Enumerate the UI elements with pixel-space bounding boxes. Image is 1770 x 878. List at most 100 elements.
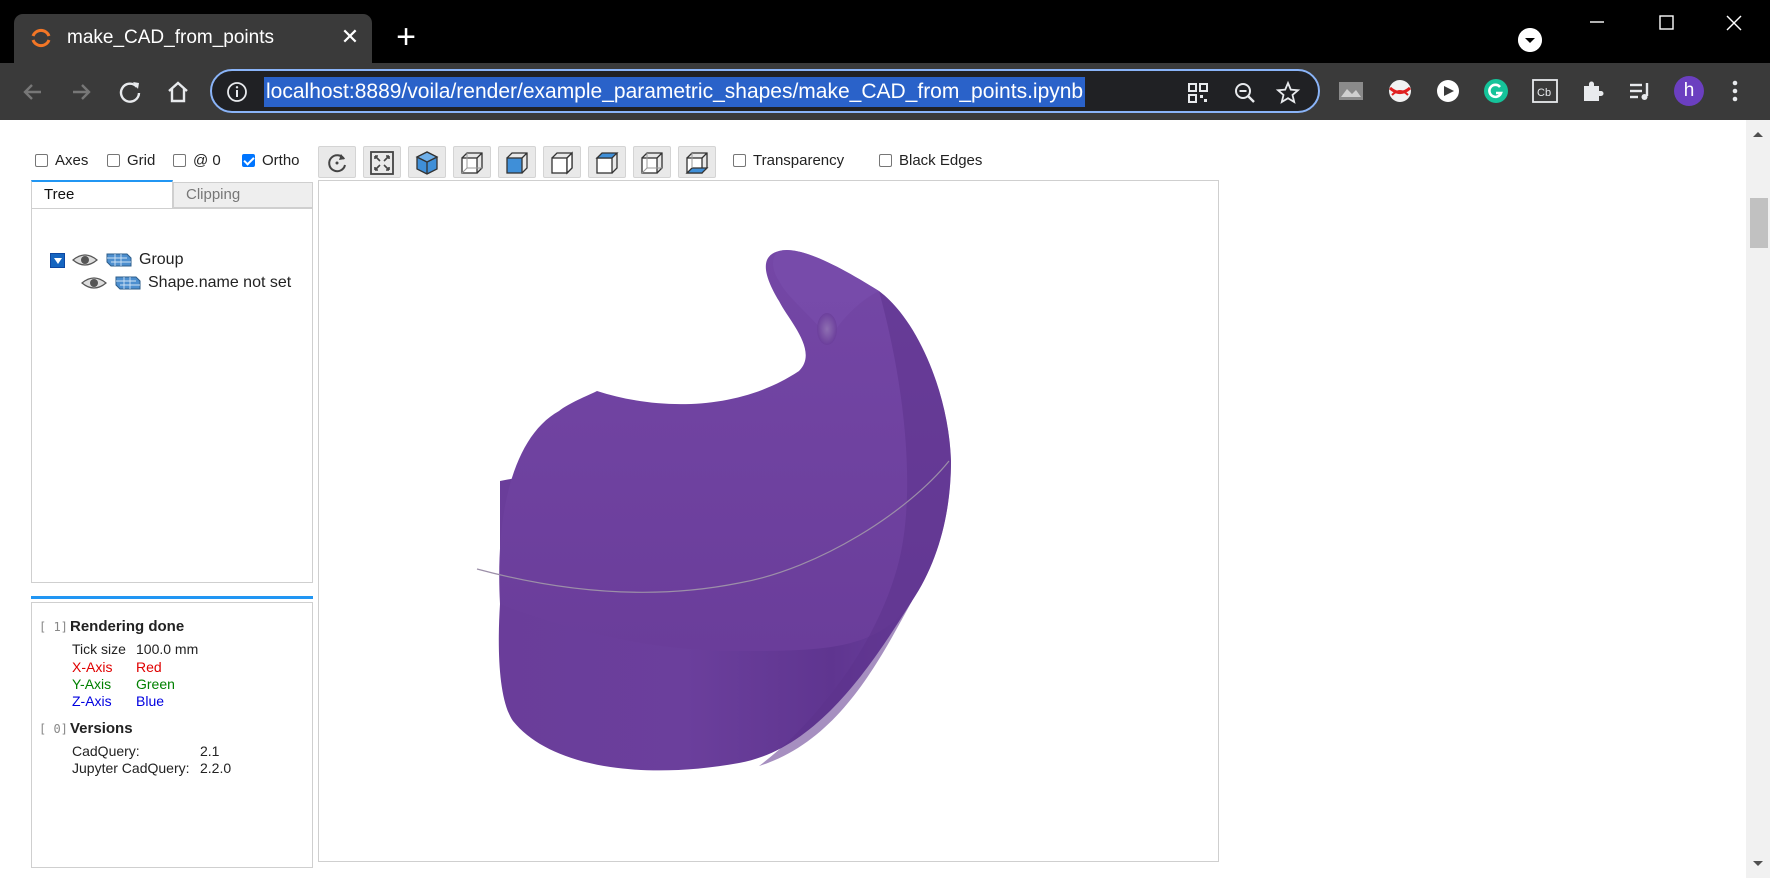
right-view-button[interactable] <box>678 146 716 178</box>
log-output: [ 1] Rendering done Tick size 100.0 mm X… <box>31 602 313 868</box>
top-cube-icon <box>551 151 573 175</box>
y-axis-label: Y-Axis <box>72 676 112 692</box>
browser-tab-strip: make_CAD_from_points ✕ + <box>0 0 1770 63</box>
log-title: Versions <box>70 720 133 737</box>
extension-ball-icon[interactable] <box>1386 77 1414 105</box>
axes-label: Axes <box>55 152 89 169</box>
url-text[interactable]: localhost:8889/voila/render/example_para… <box>264 77 1086 107</box>
black-edges-checkbox[interactable]: Black Edges <box>879 152 982 169</box>
iso-view-button[interactable] <box>408 146 446 178</box>
x-axis-color: Red <box>136 659 162 675</box>
transparency-label: Transparency <box>753 152 845 169</box>
minimize-window-icon[interactable] <box>1570 8 1622 42</box>
tab-close-icon[interactable]: ✕ <box>335 22 365 52</box>
media-playlist-icon[interactable] <box>1627 77 1655 105</box>
tree-collapse-toggle[interactable] <box>50 252 65 268</box>
home-icon[interactable] <box>161 75 195 109</box>
bookmark-star-icon[interactable] <box>1275 80 1301 106</box>
site-info-icon[interactable] <box>226 81 248 103</box>
jupyter-cadquery-label: Jupyter CadQuery: <box>72 760 190 776</box>
transparency-checkbox[interactable]: Transparency <box>733 152 844 169</box>
top-view-button[interactable] <box>543 146 581 178</box>
ortho-checkbox-box[interactable] <box>242 154 255 167</box>
left-view-button[interactable] <box>633 146 671 178</box>
reset-view-button[interactable] <box>318 146 356 178</box>
close-window-icon[interactable] <box>1708 8 1760 42</box>
right-cube-icon <box>685 152 709 174</box>
left-cube-icon <box>641 152 663 174</box>
rear-view-button[interactable] <box>498 146 536 178</box>
profile-avatar[interactable]: h <box>1674 76 1704 106</box>
extension-play-icon[interactable] <box>1434 77 1462 105</box>
address-bar[interactable]: localhost:8889/voila/render/example_para… <box>210 69 1320 113</box>
reset-rotate-icon <box>328 154 346 173</box>
rear-cube-icon <box>506 152 528 174</box>
3d-viewport[interactable] <box>318 180 1219 862</box>
ortho-label: Ortho <box>262 152 300 169</box>
browser-toolbar: localhost:8889/voila/render/example_para… <box>0 63 1770 120</box>
forward-arrow-icon[interactable] <box>64 75 98 109</box>
tree-group-label[interactable]: Group <box>139 251 183 269</box>
scrollbar-thumb[interactable] <box>1750 198 1768 248</box>
visibility-eye-icon[interactable] <box>71 251 99 269</box>
bottom-cube-icon <box>595 152 619 174</box>
new-tab-button[interactable]: + <box>390 20 422 54</box>
qr-code-icon[interactable] <box>1185 80 1211 106</box>
transparency-checkbox-box[interactable] <box>733 154 746 167</box>
tree-shape-label[interactable]: Shape.name not set <box>148 274 291 292</box>
fit-view-button[interactable] <box>363 146 401 178</box>
viewer-toolbar: Axes Grid @ 0 Ortho Transparency Black E… <box>30 144 1230 180</box>
tree-node-shape: Shape.name not set <box>80 274 291 292</box>
z-axis-color: Blue <box>136 693 165 709</box>
mesh-shape-icon[interactable] <box>105 251 133 269</box>
log-title: Rendering done <box>70 618 185 635</box>
z-axis-label: Z-Axis <box>72 693 112 709</box>
tab-title: make_CAD_from_points <box>67 27 274 48</box>
extension-cb-icon[interactable]: Cb <box>1531 77 1559 105</box>
mesh-shape-icon[interactable] <box>114 274 142 292</box>
ortho-checkbox[interactable]: Ortho <box>242 152 300 169</box>
black-edges-label: Black Edges <box>899 152 983 169</box>
tab-clipping[interactable]: Clipping <box>173 182 313 208</box>
fit-to-screen-icon <box>370 151 394 175</box>
jupyter-cadquery-version: 2.2.0 <box>200 760 232 776</box>
x-axis-label: X-Axis <box>72 659 113 675</box>
log-index: [ 0] <box>39 722 68 736</box>
reload-icon[interactable] <box>113 75 147 109</box>
at-zero-checkbox-box[interactable] <box>173 154 186 167</box>
grid-label: Grid <box>127 152 156 169</box>
extensions-puzzle-icon[interactable] <box>1579 77 1607 105</box>
grid-checkbox[interactable]: Grid <box>107 152 155 169</box>
iso-cube-icon <box>415 151 439 175</box>
visibility-eye-icon[interactable] <box>80 274 108 292</box>
zoom-out-icon[interactable] <box>1232 80 1258 106</box>
browser-tab[interactable]: make_CAD_from_points ✕ <box>14 14 372 63</box>
panel-tabs: Tree Clipping <box>30 180 314 208</box>
tab-search-icon[interactable] <box>1518 28 1542 52</box>
front-view-button[interactable] <box>453 146 491 178</box>
tick-size-value: 100.0 mm <box>136 641 199 657</box>
grammarly-icon[interactable] <box>1482 77 1510 105</box>
extension-image-icon[interactable] <box>1337 77 1365 105</box>
grid-checkbox-box[interactable] <box>107 154 120 167</box>
at-zero-label: @ 0 <box>193 152 221 169</box>
page-scrollbar[interactable] <box>1746 120 1770 878</box>
axes-checkbox[interactable]: Axes <box>35 152 88 169</box>
front-cube-icon <box>461 152 483 174</box>
tree-node-group: Group <box>50 251 183 269</box>
back-arrow-icon[interactable] <box>16 75 50 109</box>
tab-tree[interactable]: Tree <box>31 180 173 208</box>
kebab-menu-icon[interactable] <box>1725 77 1745 105</box>
scroll-up-arrow-icon[interactable] <box>1746 128 1770 140</box>
axes-checkbox-box[interactable] <box>35 154 48 167</box>
panel-divider[interactable] <box>31 596 313 599</box>
black-edges-checkbox-box[interactable] <box>879 154 892 167</box>
maximize-window-icon[interactable] <box>1640 8 1692 42</box>
cad-model[interactable] <box>319 181 1218 861</box>
bottom-view-button[interactable] <box>588 146 626 178</box>
scroll-down-arrow-icon[interactable] <box>1746 858 1770 870</box>
page-content: Axes Grid @ 0 Ortho Transparency Black E… <box>0 120 1746 878</box>
cadquery-version: 2.1 <box>200 743 220 759</box>
at-zero-checkbox[interactable]: @ 0 <box>173 152 221 169</box>
object-tree: Group Shape.name not set <box>31 208 313 583</box>
